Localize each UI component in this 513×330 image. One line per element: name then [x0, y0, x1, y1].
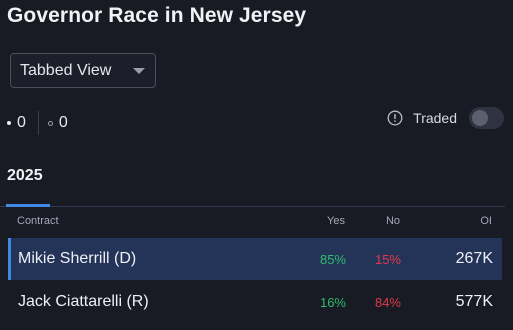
market-page: Governor Race in New Jersey Tabbed View … — [0, 0, 513, 330]
counter-filled-value: 0 — [17, 114, 26, 131]
yes-price: 85% — [319, 252, 346, 267]
counter-hollow: 0 — [47, 114, 68, 132]
caret-down-icon — [133, 68, 145, 74]
traded-label: Traded — [413, 110, 457, 126]
table-header: Contract Yes No OI — [8, 212, 502, 232]
contract-name: Mikie Sherrill (D) — [18, 250, 137, 267]
page-title: Governor Race in New Jersey — [7, 4, 307, 27]
counter-hollow-value: 0 — [58, 114, 68, 131]
active-tab-indicator — [6, 204, 50, 207]
table-row[interactable]: Jack Ciattarelli (R) 16% 84% 577K — [8, 281, 502, 323]
no-price: 15% — [374, 252, 401, 267]
tab-2025[interactable]: 2025 — [7, 167, 43, 185]
view-selector-value: Tabbed View — [20, 61, 112, 79]
traded-toggle[interactable] — [469, 107, 504, 129]
info-icon[interactable] — [387, 110, 403, 126]
traded-filter: Traded — [387, 107, 504, 129]
tab-bar: 2025 — [0, 160, 505, 207]
position-counters: 0 0 — [7, 111, 68, 135]
column-header-contract: Contract — [17, 215, 59, 227]
table-row[interactable]: Mikie Sherrill (D) 85% 15% 267K — [8, 238, 502, 280]
dot-filled-icon — [7, 121, 11, 125]
column-header-no: No — [385, 215, 400, 227]
column-header-oi: OI — [480, 215, 492, 227]
no-price: 84% — [374, 295, 401, 310]
yes-price: 16% — [319, 295, 346, 310]
toggle-knob — [472, 110, 488, 126]
contract-name: Jack Ciattarelli (R) — [18, 293, 149, 310]
dot-hollow-icon — [47, 120, 53, 126]
view-selector-dropdown[interactable]: Tabbed View — [10, 53, 156, 88]
counter-filled: 0 — [7, 114, 26, 132]
counter-divider — [37, 111, 39, 135]
column-header-yes: Yes — [327, 215, 345, 227]
open-interest: 267K — [455, 250, 493, 267]
open-interest: 577K — [455, 293, 493, 310]
